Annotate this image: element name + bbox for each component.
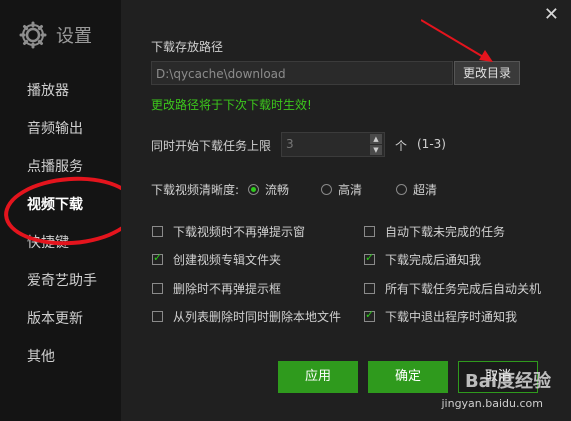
checkbox-label: 从列表删除时同时删除本地文件 (173, 310, 342, 324)
checkbox-icon (364, 226, 375, 237)
checkbox-label: 自动下载未完成的任务 (385, 225, 506, 239)
sidebar-item-other[interactable]: 其他 (27, 346, 55, 366)
sidebar-item-version-update[interactable]: 版本更新 (27, 308, 83, 328)
checkbox-label: 下载完成后通知我 (385, 253, 482, 267)
checkbox-label: 删除时不再弹提示框 (173, 282, 282, 296)
gear-icon (18, 20, 48, 50)
quality-option-superhd[interactable]: 超清 (396, 181, 437, 198)
checkbox-icon (152, 283, 163, 294)
settings-header: 设置 (18, 20, 92, 50)
sidebar-item-audio-output[interactable]: 音频输出 (27, 118, 83, 138)
quality-label: 下载视频清晰度: (151, 183, 240, 197)
quality-option-hd[interactable]: 高清 (321, 181, 362, 198)
max-tasks-value: 3 (286, 137, 294, 151)
checkbox-delete-local-files[interactable]: 从列表删除时同时删除本地文件 (152, 308, 341, 325)
checkbox-label: 创建视频专辑文件夹 (173, 253, 282, 267)
stepper-up-icon[interactable]: ▲ (370, 134, 382, 144)
quality-option-smooth[interactable]: 流畅 (248, 181, 289, 198)
sidebar-item-video-download[interactable]: 视频下载 (27, 194, 83, 214)
radio-selected-icon (248, 184, 259, 195)
sidebar-item-shortcuts[interactable]: 快捷键 (27, 232, 69, 252)
checkbox-icon (152, 226, 163, 237)
checkbox-label: 所有下载任务完成后自动关机 (385, 282, 542, 296)
checkbox-auto-resume[interactable]: 自动下载未完成的任务 (364, 223, 505, 240)
ok-button[interactable]: 确定 (368, 361, 448, 393)
radio-icon (396, 184, 407, 195)
baidu-watermark: Bai度经验 (464, 371, 551, 392)
checkbox-shutdown-after-all[interactable]: 所有下载任务完成后自动关机 (364, 280, 541, 297)
watermark-url: jingyan.baidu.com (441, 397, 543, 410)
checkbox-notify-on-exit[interactable]: 下载中退出程序时通知我 (364, 308, 517, 325)
checkbox-create-album-folder[interactable]: 创建视频专辑文件夹 (152, 251, 281, 268)
checkbox-no-popup-on-download[interactable]: 下载视频时不再弹提示窗 (152, 223, 305, 240)
sidebar-item-vod-service[interactable]: 点播服务 (27, 156, 83, 176)
download-path-field[interactable]: D:\qycache\download (151, 61, 453, 85)
stepper-down-icon[interactable]: ▼ (370, 145, 382, 155)
download-path-label: 下载存放路径 (151, 40, 224, 54)
settings-window: 设置 播放器 音频输出 点播服务 视频下载 快捷键 爱奇艺助手 版本更新 其他 … (0, 0, 571, 421)
path-change-hint: 更改路径将于下次下载时生效! (151, 98, 312, 112)
close-icon[interactable]: ✕ (544, 4, 559, 25)
checkbox-label: 下载中退出程序时通知我 (385, 310, 518, 324)
apply-button[interactable]: 应用 (278, 361, 358, 393)
settings-content: ✕ 下载存放路径 D:\qycache\download 更改目录 更改路径将于… (121, 0, 571, 421)
max-tasks-label: 同时开始下载任务上限 (151, 139, 272, 153)
checkbox-checked-icon (152, 251, 163, 265)
max-tasks-unit: 个 (395, 139, 408, 153)
sidebar-item-player[interactable]: 播放器 (27, 80, 69, 100)
max-tasks-stepper[interactable]: 3 ▲ ▼ (281, 132, 385, 157)
change-directory-button[interactable]: 更改目录 (454, 61, 520, 85)
max-tasks-range: (1-3) (417, 137, 446, 151)
checkbox-notify-on-complete[interactable]: 下载完成后通知我 (364, 251, 481, 268)
checkbox-icon (152, 311, 163, 322)
checkbox-icon (364, 283, 375, 294)
checkbox-checked-icon (364, 251, 375, 265)
checkbox-label: 下载视频时不再弹提示窗 (173, 225, 306, 239)
quality-option-label: 流畅 (265, 183, 290, 197)
radio-icon (321, 184, 332, 195)
quality-option-label: 高清 (338, 183, 363, 197)
checkbox-no-popup-on-delete[interactable]: 删除时不再弹提示框 (152, 280, 281, 297)
settings-title: 设置 (56, 26, 92, 47)
sidebar-item-iqiyi-assistant[interactable]: 爱奇艺助手 (27, 270, 97, 290)
checkbox-checked-icon (364, 308, 375, 322)
quality-option-label: 超清 (413, 183, 438, 197)
settings-sidebar: 设置 播放器 音频输出 点播服务 视频下载 快捷键 爱奇艺助手 版本更新 其他 (0, 0, 141, 421)
